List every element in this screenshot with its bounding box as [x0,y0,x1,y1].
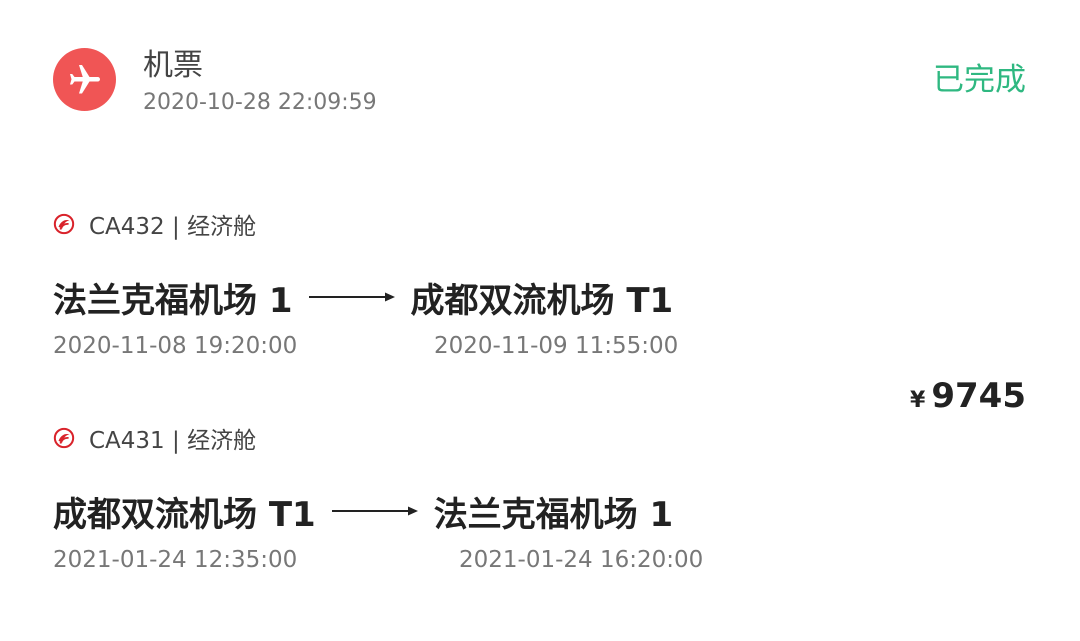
arrival-airport: 成都双流机场 T1 [410,280,674,321]
order-datetime: 2020-10-28 22:09:59 [143,90,377,115]
price-currency: ¥ [910,388,926,413]
departure-airport: 法兰克福机场 1 [53,280,293,321]
segment-times: 2021-01-24 12:35:00 2021-01-24 16:20:00 [53,547,793,577]
flight-segment: CA431 | 经济舱 成都双流机场 T1 法兰克福机场 1 2021-01-2… [53,421,793,577]
airline-logo-icon [53,213,75,235]
route: 成都双流机场 T1 法兰克福机场 1 [53,489,793,535]
flight-number-class: CA431 | 经济舱 [89,428,257,454]
segment-times: 2020-11-08 19:20:00 2020-11-09 11:55:00 [53,333,793,363]
departure-airport: 成都双流机场 T1 [53,494,316,535]
flight-line: CA432 | 经济舱 [53,207,793,241]
airplane-icon [53,48,116,111]
flight-number-class: CA432 | 经济舱 [89,214,257,240]
arrival-time: 2020-11-09 11:55:00 [434,333,679,359]
flight-segment: CA432 | 经济舱 法兰克福机场 1 成都双流机场 T1 2020-11-0… [53,207,793,363]
departure-time: 2020-11-08 19:20:00 [53,333,298,359]
flight-order-card[interactable]: 机票 2020-10-28 22:09:59 已完成 CA432 | 经济舱 法… [0,0,1080,641]
route-arrow-icon [308,292,395,302]
order-status-badge: 已完成 [933,62,1026,98]
route: 法兰克福机场 1 成都双流机场 T1 [53,275,793,321]
departure-time: 2021-01-24 12:35:00 [53,547,298,573]
arrival-time: 2021-01-24 16:20:00 [459,547,704,573]
arrival-airport: 法兰克福机场 1 [433,494,674,535]
order-category: 机票 [143,48,203,83]
total-price: ¥9745 [910,376,1026,416]
airline-logo-icon [53,427,75,449]
price-amount: 9745 [931,376,1026,416]
route-arrow-icon [331,506,418,516]
flight-line: CA431 | 经济舱 [53,421,793,455]
